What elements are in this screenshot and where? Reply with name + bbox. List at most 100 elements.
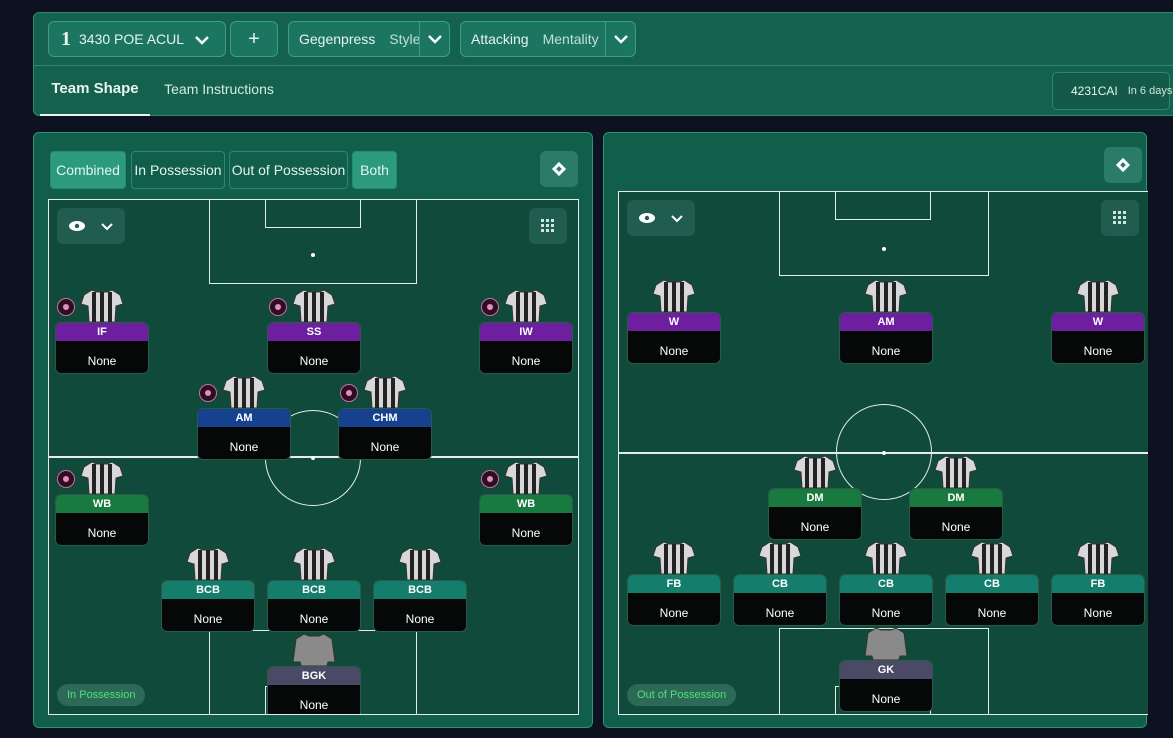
role-card: GK None <box>839 660 933 712</box>
player-card[interactable]: WB None <box>479 460 573 548</box>
shirt-icon <box>292 546 336 582</box>
style-selector[interactable]: Gegenpress Style <box>288 21 450 57</box>
role-card: IW None <box>479 322 573 374</box>
goal-box-top <box>835 192 931 220</box>
player-card[interactable]: AM None <box>197 374 291 462</box>
shirt-icon <box>1076 278 1120 314</box>
player-card[interactable]: GK None <box>839 626 933 714</box>
role-duty: None <box>299 612 329 626</box>
player-card[interactable]: SS None <box>267 288 361 376</box>
opponent-label: 4231CAI <box>1071 84 1118 98</box>
role-duty: None <box>871 344 901 358</box>
role-duty: None <box>405 612 435 626</box>
next-match-card[interactable]: 4231CAI In 6 days <box>1052 72 1172 110</box>
add-tactic-button[interactable]: + <box>230 21 278 57</box>
mentality-selector[interactable]: Attacking Mentality <box>460 21 636 57</box>
segment-label: Out of Possession <box>231 162 346 178</box>
role-badge-icon <box>340 384 358 402</box>
role-badge-icon <box>57 298 75 316</box>
shirt-icon <box>80 460 124 496</box>
swap-icon[interactable] <box>540 151 578 187</box>
player-card[interactable]: CHM None <box>338 374 432 462</box>
penalty-spot <box>882 247 886 251</box>
role-card: DM None <box>909 488 1003 540</box>
player-card[interactable]: WB None <box>55 460 149 548</box>
role-tag: GK <box>840 661 932 679</box>
tab-bar: Team Shape Team Instructions 4231CAI In … <box>34 65 1173 117</box>
role-card: W None <box>1051 312 1145 364</box>
player-card[interactable]: W None <box>1051 278 1145 366</box>
player-card[interactable]: BGK None <box>267 632 361 714</box>
shirt-icon <box>864 626 908 662</box>
role-duty: None <box>229 440 259 454</box>
role-tag: IF <box>56 323 148 341</box>
tab-team-instructions[interactable]: Team Instructions <box>164 66 274 116</box>
player-card[interactable]: CB None <box>733 540 827 628</box>
player-card[interactable]: BCB None <box>161 546 255 634</box>
player-card[interactable]: AM None <box>839 278 933 366</box>
mode-label: Out of Possession <box>627 684 737 706</box>
player-card[interactable]: DM None <box>768 454 862 542</box>
plus-icon: + <box>248 27 260 50</box>
in-possession-panel: Combined In Possession Out of Possession… <box>33 132 593 728</box>
role-tag: BCB <box>162 581 254 599</box>
grid-icon[interactable] <box>1101 200 1139 236</box>
segment-both[interactable]: Both <box>352 151 397 189</box>
player-card[interactable]: W None <box>627 278 721 366</box>
role-card: WB None <box>55 494 149 546</box>
role-duty: None <box>800 520 830 534</box>
role-card: W None <box>627 312 721 364</box>
role-duty: None <box>370 440 400 454</box>
grid-icon[interactable] <box>529 208 567 244</box>
role-card: CB None <box>733 574 827 626</box>
chevron-down-icon <box>101 223 113 231</box>
role-duty: None <box>1083 344 1113 358</box>
out-of-possession-panel: Out of Possession W None AM None W None DM None… <box>603 132 1148 728</box>
view-toggle[interactable] <box>627 200 695 236</box>
segment-combined[interactable]: Combined <box>50 151 126 189</box>
role-tag: FB <box>1052 575 1144 593</box>
role-badge-icon <box>481 298 499 316</box>
role-badge-icon <box>269 298 287 316</box>
role-tag: DM <box>910 489 1002 507</box>
pitch-out-of-possession: Out of Possession W None AM None W None DM None… <box>618 191 1148 715</box>
chevron-down-icon <box>605 22 635 56</box>
chevron-down-icon <box>419 22 449 56</box>
shirt-icon <box>292 288 336 324</box>
player-card[interactable]: FB None <box>627 540 721 628</box>
role-duty: None <box>871 692 901 706</box>
role-card: BGK None <box>267 666 361 714</box>
swap-icon[interactable] <box>1104 147 1142 183</box>
player-card[interactable]: BCB None <box>267 546 361 634</box>
eye-icon <box>639 213 655 223</box>
role-tag: BCB <box>374 581 466 599</box>
tab-label: Team Instructions <box>164 81 274 97</box>
penalty-spot <box>311 253 315 257</box>
center-spot <box>311 456 315 460</box>
player-card[interactable]: DM None <box>909 454 1003 542</box>
role-duty: None <box>511 354 541 368</box>
view-toggle[interactable] <box>57 208 125 244</box>
role-duty: None <box>765 606 795 620</box>
player-card[interactable]: BCB None <box>373 546 467 634</box>
mentality-value: Attacking <box>471 31 529 47</box>
shirt-icon <box>970 540 1014 576</box>
role-card: IF None <box>55 322 149 374</box>
tactic-selector[interactable]: 1 3430 POE ACUL <box>48 21 226 57</box>
role-duty: None <box>977 606 1007 620</box>
tab-team-shape[interactable]: Team Shape <box>40 66 150 116</box>
tactic-header: 1 3430 POE ACUL + Gegenpress Style Attac… <box>33 12 1173 116</box>
eye-icon <box>69 221 85 231</box>
player-card[interactable]: CB None <box>945 540 1039 628</box>
player-card[interactable]: IW None <box>479 288 573 376</box>
role-tag: BCB <box>268 581 360 599</box>
player-card[interactable]: CB None <box>839 540 933 628</box>
shirt-icon <box>793 454 837 490</box>
segment-in-possession[interactable]: In Possession <box>131 151 225 189</box>
role-card: CHM None <box>338 408 432 460</box>
player-card[interactable]: FB None <box>1051 540 1145 628</box>
role-card: FB None <box>627 574 721 626</box>
segment-out-of-possession[interactable]: Out of Possession <box>229 151 348 189</box>
player-card[interactable]: IF None <box>55 288 149 376</box>
shirt-icon <box>292 632 336 668</box>
